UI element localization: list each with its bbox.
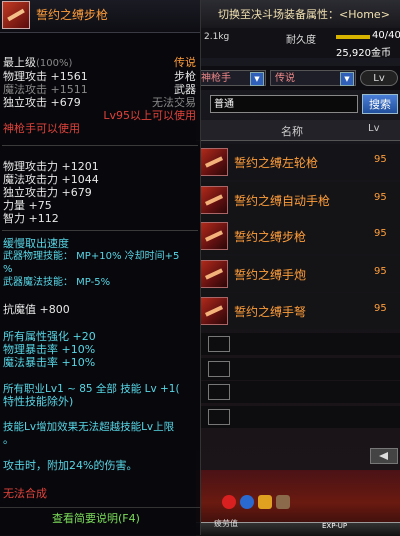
exp-label: EXP-UP — [322, 522, 348, 530]
item-lv: 95 — [374, 192, 387, 203]
damage-bonus: 攻击时，附加24%的伤害。 — [3, 459, 138, 472]
revolver-icon — [200, 148, 228, 176]
page-left-button[interactable] — [370, 448, 398, 464]
top-level-text: 最上级 — [3, 56, 36, 69]
list-item[interactable]: 誓约之缚步枪 95 — [196, 218, 400, 254]
job-select[interactable]: 神枪手 ▼ — [196, 70, 266, 86]
mag-crit: 魔法暴击率 +10% — [3, 356, 96, 369]
grade-text: 传说 — [174, 56, 196, 69]
empty-slot-box — [208, 361, 230, 377]
stat-line: 魔法攻击力 +1044 — [3, 173, 99, 186]
phys-atk: 物理攻击 +1561 — [3, 70, 88, 83]
phys-crit: 物理暴击率 +10% — [3, 343, 96, 356]
grade-select-value: 传说 — [275, 73, 295, 84]
magic-resist: 抗魔值 +800 — [3, 303, 70, 316]
slow-speed: 缓慢取出速度 — [3, 237, 69, 250]
all-skill-line2: 特性技能除外) — [3, 395, 74, 408]
skill-note-end: 。 — [3, 433, 14, 446]
item-name: 誓约之缚步枪 — [234, 230, 307, 244]
level-req: Lv95以上可以使用 — [103, 109, 196, 122]
lv-filter-button[interactable]: Lv — [360, 70, 398, 86]
character-icon[interactable] — [222, 495, 236, 509]
item-lv: 95 — [374, 154, 387, 165]
bowgun-icon — [200, 297, 228, 325]
search-input[interactable]: 普通 — [210, 95, 358, 113]
durability-value: 40/40 — [372, 30, 400, 41]
type-rifle: 步枪 — [174, 70, 196, 83]
trade-text: 无法交易 — [152, 96, 196, 109]
grade-select[interactable]: 传说 ▼ — [270, 70, 356, 86]
item-name: 誓约之缚手炮 — [234, 268, 307, 282]
weight-text: 2.1kg — [204, 32, 230, 42]
title-text[interactable]: 切换至决斗场装备属性：<Home> — [218, 6, 390, 22]
stat-line: 物理攻击力 +1201 — [3, 160, 99, 173]
brief-desc-link[interactable]: 查看简要说明(F4) — [52, 513, 140, 525]
job-select-value: 神枪手 — [201, 73, 231, 84]
item-lv: 95 — [374, 266, 387, 277]
fatigue-label: 疲劳值 — [214, 519, 238, 528]
column-name[interactable]: 名称 — [281, 123, 303, 139]
item-lv: 95 — [374, 303, 387, 314]
item-lv: 95 — [374, 228, 387, 239]
item-title: 誓约之缚步枪 — [36, 8, 109, 22]
list-item[interactable]: 誓约之缚手弩 95 — [196, 293, 400, 329]
class-req: 神枪手可以使用 — [3, 122, 80, 135]
rifle-icon — [2, 1, 30, 29]
divider — [2, 230, 198, 231]
item-name: 誓约之缚手弩 — [234, 305, 307, 319]
mag-atk: 魔法攻击 +1511 — [3, 83, 88, 96]
durability-label: 耐久度 — [286, 35, 316, 46]
no-craft: 无法合成 — [3, 487, 47, 500]
stat-line: 独立攻击力 +679 — [3, 186, 92, 199]
list-item[interactable]: 誓约之缚自动手枪 95 — [196, 182, 400, 218]
type-weapon: 武器 — [174, 83, 196, 96]
empty-slot[interactable] — [196, 406, 400, 428]
pistol-icon — [200, 186, 228, 214]
empty-slot[interactable] — [196, 358, 400, 380]
list-item[interactable]: 誓约之缚手炮 95 — [196, 256, 400, 292]
menu-icon[interactable] — [276, 495, 290, 509]
item-tooltip: 誓约之缚步枪 最上级(100%) 传说 物理攻击 +1561 步枪 魔法攻击 +… — [0, 0, 201, 535]
empty-slot-box — [208, 336, 230, 352]
empty-slot-box — [208, 384, 230, 400]
empty-slot[interactable] — [196, 381, 400, 403]
weapon-mag-skill: 武器魔法技能： MP-5% — [3, 277, 111, 288]
top-level-pct: (100%) — [36, 58, 73, 69]
chevron-down-icon[interactable]: ▼ — [250, 72, 264, 86]
skill-note: 技能Lv增加效果无法超越技能Lv上限 — [3, 421, 175, 433]
hand-cannon-icon — [200, 260, 228, 288]
weapon-phys-skill-end: % — [3, 264, 13, 275]
empty-slot[interactable] — [196, 333, 400, 355]
empty-slot-box — [208, 409, 230, 425]
all-skill-line1: 所有职业Lv1 ~ 85 全部 技能 Lv +1( — [3, 383, 180, 395]
list-item[interactable]: 誓约之缚左轮枪 95 — [196, 144, 400, 180]
stat-line: 智力 +112 — [3, 212, 59, 225]
chevron-down-icon[interactable]: ▼ — [340, 72, 354, 86]
gold-amount: 25,920金币 — [336, 48, 391, 59]
search-button[interactable]: 搜索 — [362, 94, 398, 114]
d-icon[interactable] — [258, 495, 272, 509]
item-name: 誓约之缚自动手枪 — [234, 194, 331, 208]
column-lv[interactable]: Lv — [368, 123, 380, 134]
divider — [2, 145, 198, 146]
durability-bar — [336, 35, 370, 39]
top-level-label: 最上级(100%) — [3, 57, 72, 70]
list-header: 名称 Lv — [196, 120, 400, 141]
item-name: 誓约之缚左轮枪 — [234, 156, 319, 170]
ind-atk: 独立攻击 +679 — [3, 96, 81, 109]
elem-enhance: 所有属性强化 +20 — [3, 330, 96, 343]
rifle-icon — [200, 222, 228, 250]
stat-line: 力量 +75 — [3, 199, 52, 212]
tp-icon[interactable] — [240, 495, 254, 509]
weapon-phys-skill: 武器物理技能： MP+10% 冷却时间+5 — [3, 251, 180, 262]
